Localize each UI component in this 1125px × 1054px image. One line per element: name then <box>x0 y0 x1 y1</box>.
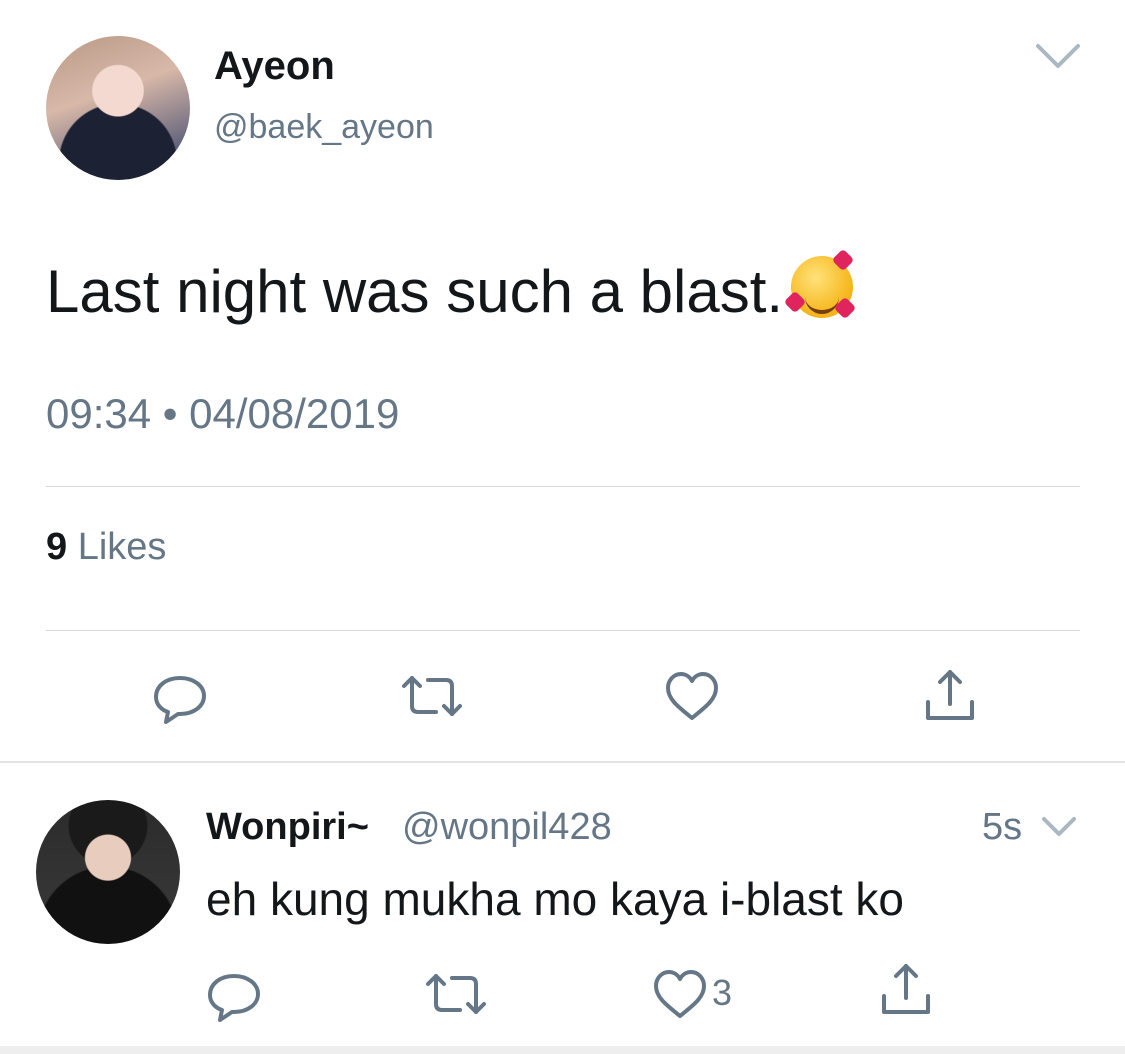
author-avatar[interactable] <box>46 36 190 180</box>
reply-like-count: 3 <box>712 972 733 1013</box>
reply-author-handle[interactable]: @wonpil428 <box>402 806 612 849</box>
like-icon[interactable] <box>648 962 712 1026</box>
tweet-text-content: Last night was such a blast. <box>46 258 784 325</box>
divider <box>46 486 1080 487</box>
bottom-separator <box>0 1046 1125 1054</box>
reply-author-avatar[interactable] <box>36 800 180 944</box>
reply-author-name[interactable]: Wonpiri~ <box>206 806 369 849</box>
like-icon[interactable] <box>660 664 724 728</box>
reply-icon[interactable] <box>202 962 266 1026</box>
retweet-icon[interactable] <box>400 664 464 728</box>
chevron-down-icon[interactable] <box>1034 40 1082 72</box>
likes-label: Likes <box>77 526 167 568</box>
likes-count: 9 <box>46 526 68 568</box>
reply-icon[interactable] <box>148 664 212 728</box>
chevron-down-icon[interactable] <box>1040 814 1078 840</box>
tweet-timestamp: 09:34 • 04/08/2019 <box>46 390 400 437</box>
smiling-face-with-hearts-icon <box>783 248 857 320</box>
retweet-icon[interactable] <box>424 962 488 1026</box>
divider <box>46 630 1080 631</box>
tweet-text: Last night was such a blast. <box>46 248 857 326</box>
reply-text: eh kung mukha mo kaya i-blast ko <box>206 873 905 925</box>
likes-summary[interactable]: 9 Likes <box>46 526 166 569</box>
share-icon[interactable] <box>874 958 938 1022</box>
share-icon[interactable] <box>918 664 982 728</box>
author-name[interactable]: Ayeon <box>214 44 335 89</box>
author-handle[interactable]: @baek_ayeon <box>214 108 434 147</box>
reply-time: 5s <box>982 806 1023 848</box>
section-divider <box>0 761 1125 763</box>
